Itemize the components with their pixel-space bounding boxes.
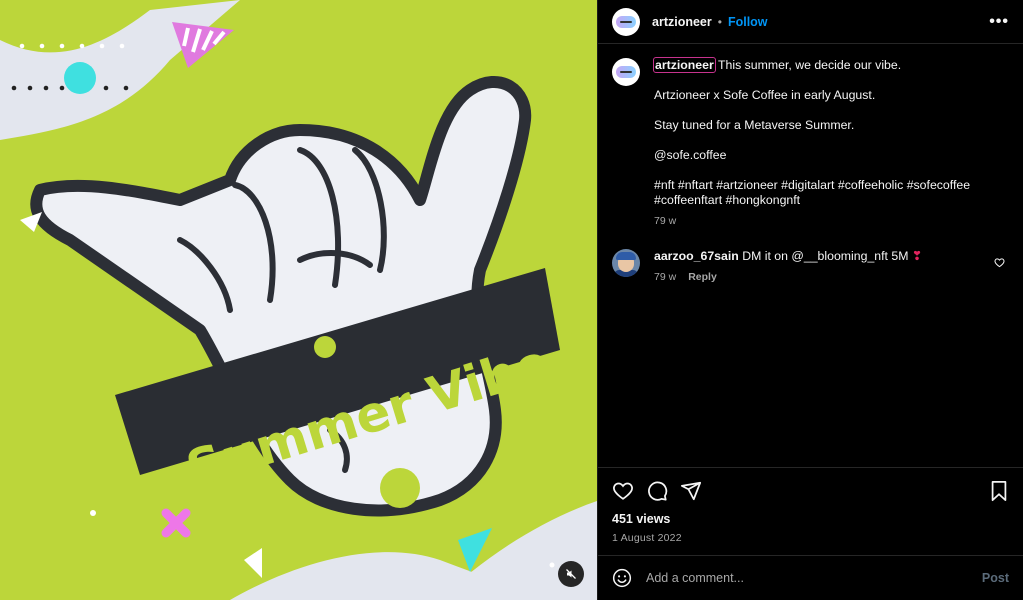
comment-time[interactable]: 79 w [654,271,676,283]
comment-text: DM it on @__blooming_nft 5M [742,249,909,263]
comment-input[interactable] [646,571,982,585]
caption-avatar[interactable] [612,58,640,86]
comment-composer: Post [598,555,1023,600]
author-username[interactable]: artzioneer [652,15,712,29]
commenter-avatar[interactable] [612,249,640,277]
share-icon[interactable] [680,480,702,502]
like-comment-heart-icon[interactable] [994,255,1005,273]
caption-body: artzioneer This summer, we decide our vi… [653,57,994,229]
mute-button[interactable] [558,561,584,587]
more-options-icon[interactable]: ••• [989,13,1009,31]
post-date[interactable]: 1 August 2022 [612,532,1009,544]
emoji-icon[interactable] [612,568,632,588]
caption-line-3: Stay tuned for a Metaverse Summer. [654,118,855,132]
post-header: artzioneer • Follow ••• [598,0,1023,44]
post-artwork: Summer Vibe ! [0,0,597,600]
reply-button[interactable]: Reply [688,271,717,283]
caption-hashtags-2[interactable]: #coffeenftart #hongkongnft [654,193,994,208]
post-comment-button[interactable]: Post [982,571,1009,585]
comments-section: artzioneer This summer, we decide our vi… [598,44,1023,467]
author-avatar[interactable] [612,7,640,36]
post-side-panel: artzioneer • Follow ••• artzioneer This … [597,0,1023,600]
follow-button[interactable]: Follow [728,15,768,29]
caption-hashtags-1[interactable]: #nft #nftart #artzioneer #digitalart #co… [654,178,994,193]
caption-mention[interactable]: @sofe.coffee [654,148,994,163]
heart-icon[interactable] [612,480,634,502]
commenter-username[interactable]: aarzoo_67sain [654,249,739,263]
comment-item: aarzoo_67sain DM it on @__blooming_nft 5… [612,249,1009,285]
caption-line-1: This summer, we decide our vibe. [717,58,902,72]
caption: artzioneer This summer, we decide our vi… [612,57,1009,229]
comment-icon[interactable] [646,480,668,502]
mute-icon [566,569,576,579]
caption-line-2: Artzioneer x Sofe Coffee in early August… [654,88,876,102]
comment-body: aarzoo_67sain DM it on @__blooming_nft 5… [654,249,994,285]
header-separator: • [717,14,722,29]
post-media[interactable]: Summer Vibe ! [0,0,597,600]
heart-exclamation-emoji: ❣ [911,249,923,263]
view-count[interactable]: 451 views [612,512,1009,526]
caption-time[interactable]: 79 w [654,215,676,227]
caption-username[interactable]: artzioneer [653,57,716,73]
post-actions: 451 views 1 August 2022 [598,467,1023,555]
bookmark-icon[interactable] [989,480,1009,502]
